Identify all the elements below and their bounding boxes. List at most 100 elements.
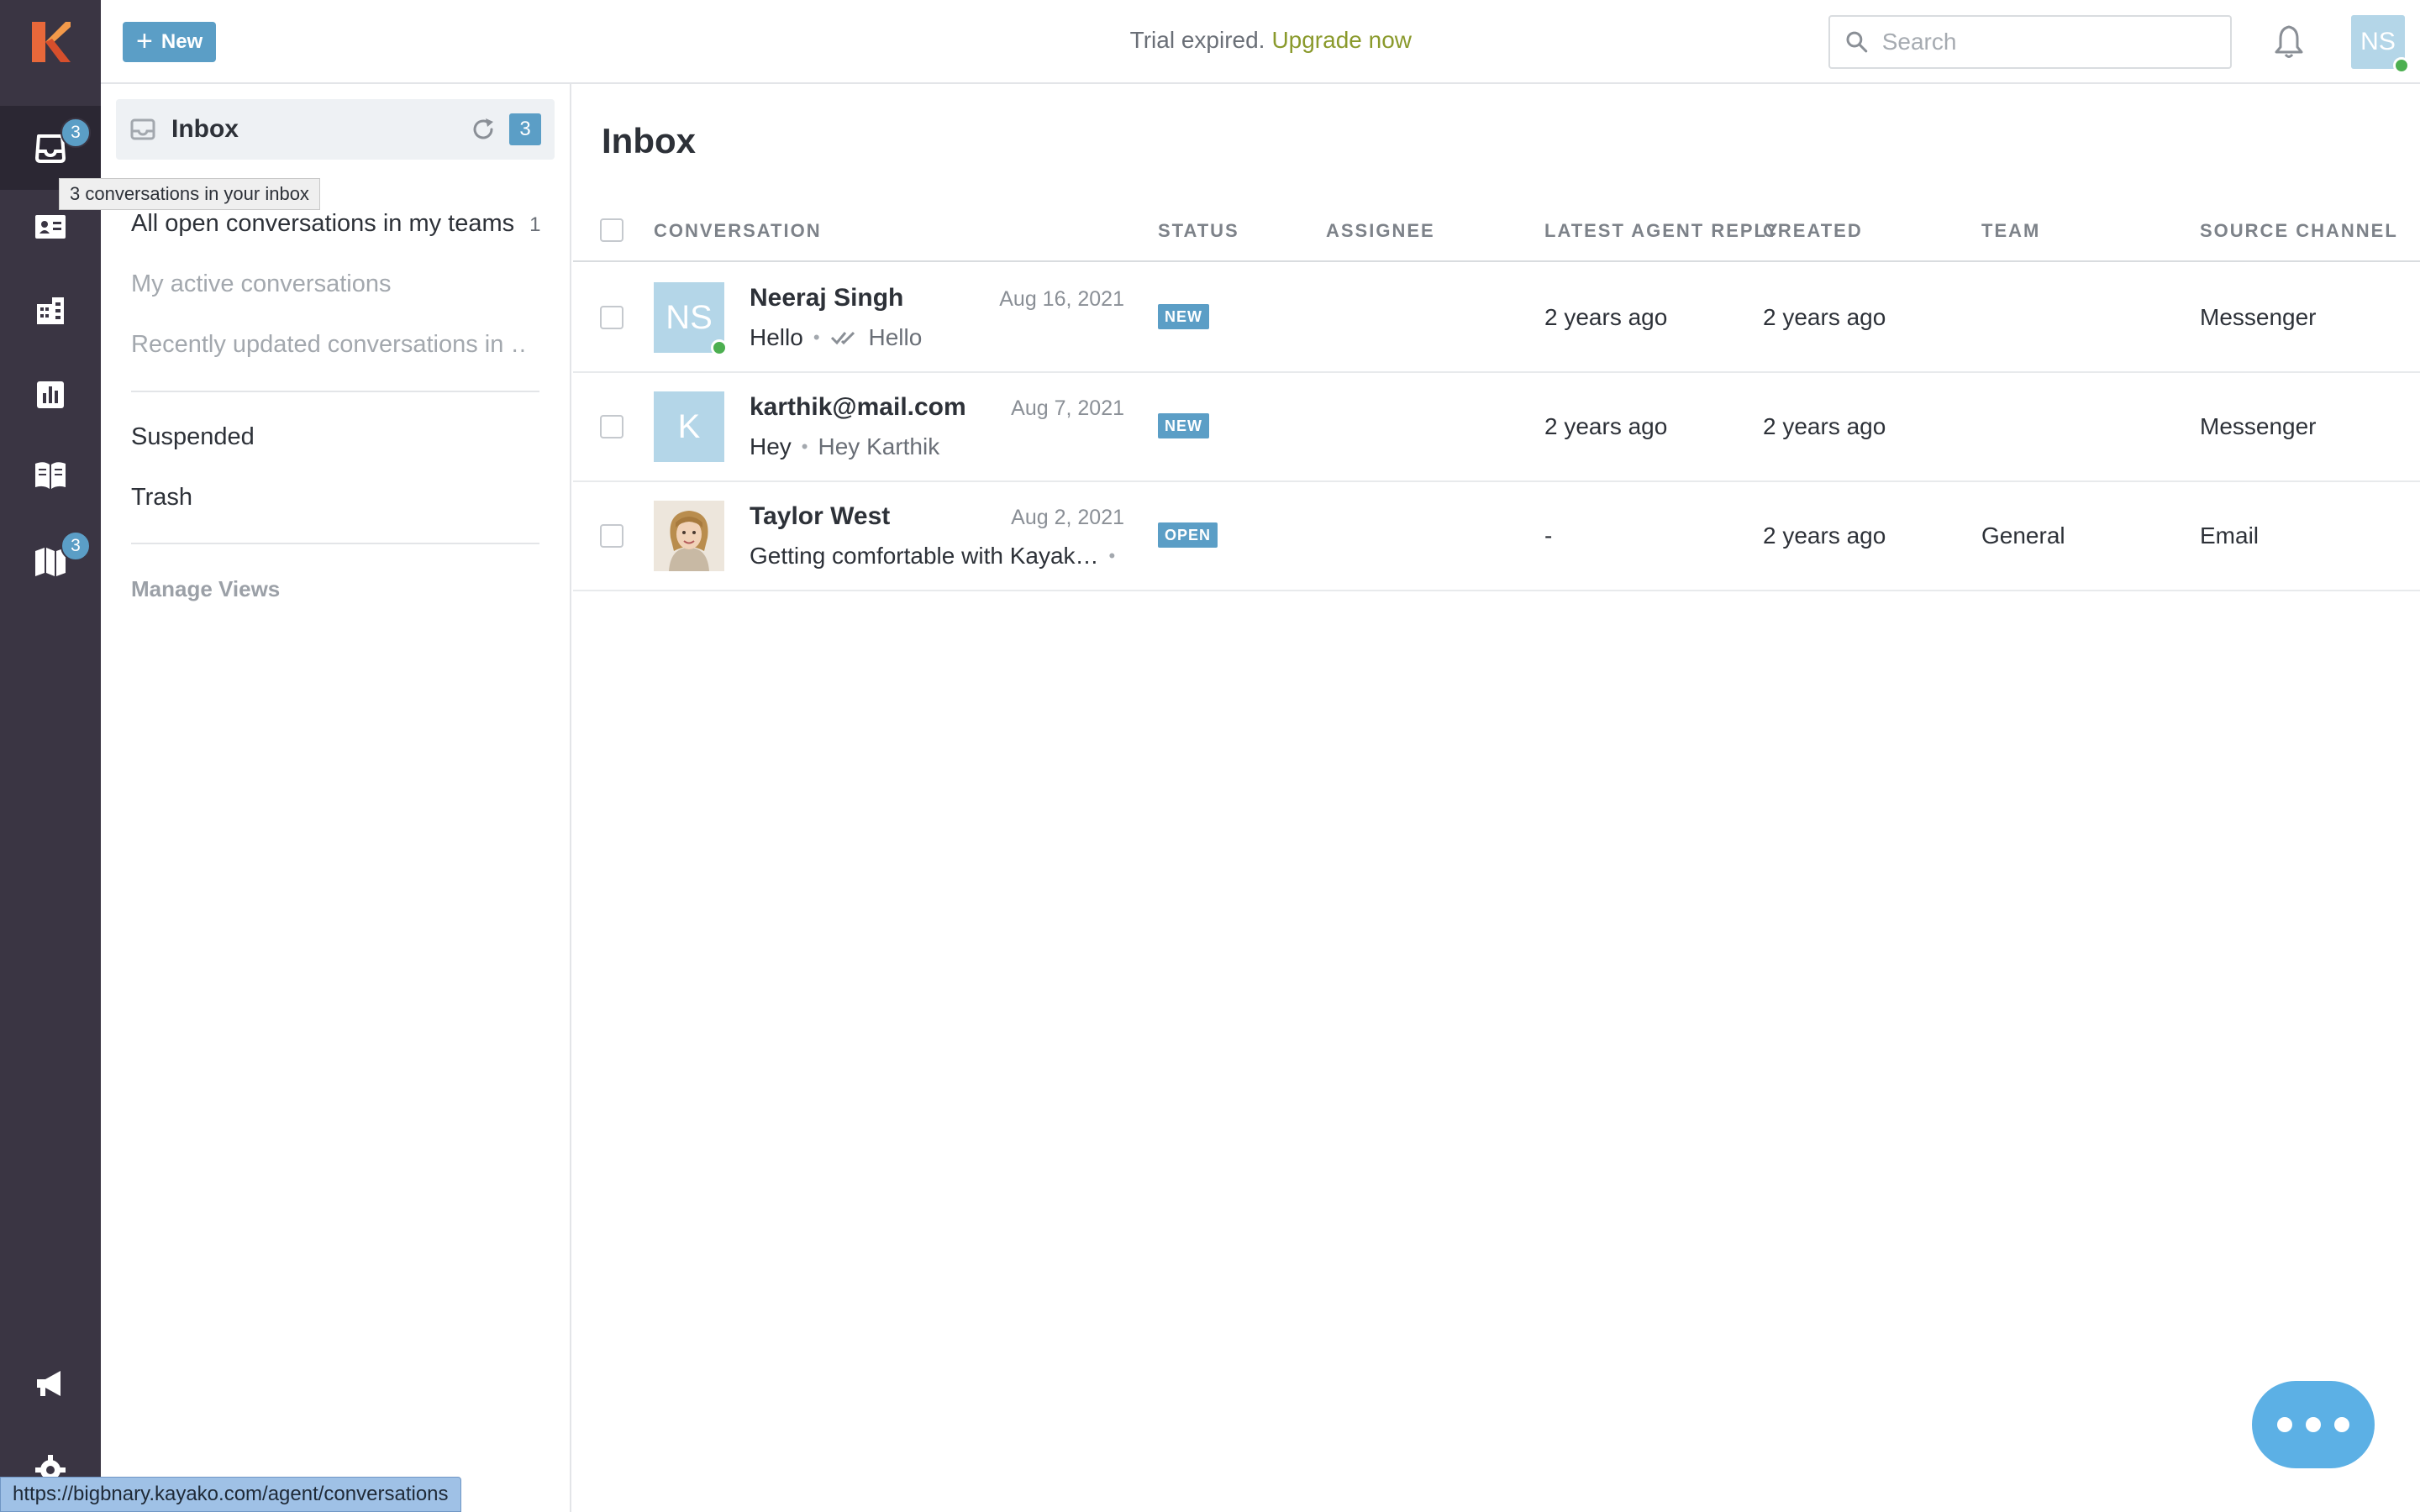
plus-icon: + [136,24,153,57]
avatar: NS [654,282,728,356]
requester-name[interactable]: karthik@mail.com [750,393,966,422]
ellipsis-dot [2277,1417,2292,1432]
column-status[interactable]: STATUS [1158,220,1239,242]
latest-reply-cell: - [1544,522,1553,549]
row-checkbox[interactable] [600,524,623,548]
created-cell: 2 years ago [1763,413,1886,439]
ellipsis-dot [2306,1417,2321,1432]
upgrade-link[interactable]: Upgrade now [1271,27,1412,54]
rail-product-updates[interactable]: 3 [0,519,101,603]
trial-expired-text: Trial expired. [1129,27,1265,53]
views-sidebar: Inbox 3 [101,84,571,1512]
column-assignee[interactable]: ASSIGNEE [1326,220,1435,242]
column-conversation[interactable]: CONVERSATION [654,220,822,242]
row-checkbox[interactable] [600,306,623,329]
megaphone-icon [37,1371,60,1396]
table-row[interactable]: Taylor West Aug 2, 2021 Getting comforta… [573,482,2420,591]
separator-dot: • [813,327,820,348]
team-cell: General [1981,522,2065,549]
rail-announcements[interactable] [0,1342,101,1426]
notifications-bell-icon[interactable] [2270,24,2307,60]
view-inbox[interactable]: Inbox 3 [116,99,555,160]
manage-views-link[interactable]: Manage Views [131,576,280,602]
double-check-icon [830,331,855,345]
separator-dot: • [801,436,808,457]
created-cell: 2 years ago [1763,522,1886,549]
contact-card-icon [35,215,66,239]
inbox-badge: 3 [60,118,91,148]
view-label: Recently updated conversations in … [131,331,526,358]
search-box[interactable] [1828,15,2232,69]
source-channel-cell: Email [2200,522,2260,549]
requester-name[interactable]: Neeraj Singh [750,284,903,312]
view-trash[interactable]: Trash [131,484,192,512]
select-all-checkbox[interactable] [600,218,623,242]
new-button[interactable]: + New [123,22,217,62]
conversation-date: Aug 2, 2021 [1011,506,1124,529]
new-button-label: New [160,30,203,53]
user-avatar-initials: NS [2360,28,2396,55]
requester-name[interactable]: Taylor West [750,502,890,531]
messenger-launcher-button[interactable] [2252,1381,2375,1468]
views-divider [131,543,539,544]
trial-notice: Trial expired. Upgrade now [1130,27,1412,54]
avatar-photo [654,501,724,571]
view-label: Trash [131,484,193,511]
building-icon [37,297,64,324]
column-latest-agent-reply[interactable]: LATEST AGENT REPLY [1544,220,1780,242]
conversation-list: Inbox CONVERSATION STATUS ASSIGNEE LATES… [573,84,2420,1512]
refresh-icon[interactable] [469,115,497,144]
inbox-count-badge: 3 [509,113,541,145]
agent-reply-preview: Hello [868,324,923,350]
row-checkbox[interactable] [600,415,623,438]
conversation-date: Aug 16, 2021 [999,287,1124,311]
online-status-dot [711,339,728,356]
inbox-view-icon [130,118,155,140]
ellipsis-dot [2334,1417,2349,1432]
latest-reply-cell: 2 years ago [1544,304,1668,330]
column-created[interactable]: CREATED [1763,220,1863,242]
view-suspended[interactable]: Suspended [131,423,255,451]
view-count: 1 [529,213,541,236]
agent-reply-preview: Hey Karthik [818,433,940,459]
view-all-open-team[interactable]: All open conversations in my teams 1 [131,210,541,238]
table-row[interactable]: NS Neeraj Singh Aug 16, 2021 Hello • Hel… [573,264,2420,373]
rail-organizations[interactable] [0,269,101,353]
preview-text: Hello [750,324,803,350]
message-preview: Hello • Hello [750,324,922,351]
column-source-channel[interactable]: SOURCE CHANNEL [2200,220,2398,242]
rail-help-center[interactable] [0,433,101,517]
preview-text: Hey [750,433,792,459]
status-badge: NEW [1158,413,1209,438]
online-status-dot [2393,57,2410,74]
rail-inbox[interactable]: 3 [0,106,101,190]
browser-status-url: https://bigbnary.kayako.com/agent/conver… [0,1477,461,1512]
view-inbox-label: Inbox [171,115,239,143]
bar-chart-icon [37,381,64,408]
page-title: Inbox [602,121,696,160]
view-my-active[interactable]: My active conversations [131,270,391,298]
avatar: K [654,391,724,462]
open-book-icon [35,462,66,489]
source-channel-cell: Messenger [2200,304,2317,330]
view-label: My active conversations [131,270,392,297]
view-label: All open conversations in my teams [131,210,515,237]
column-team[interactable]: TEAM [1981,220,2040,242]
search-input[interactable] [1881,29,2215,55]
product-updates-badge: 3 [60,531,91,561]
table-row[interactable]: K karthik@mail.com Aug 7, 2021 Hey • Hey… [573,373,2420,482]
inbox-tooltip: 3 conversations in your inbox [59,178,320,210]
message-preview: Hey • Hey Karthik [750,433,939,460]
latest-reply-cell: 2 years ago [1544,413,1668,439]
user-avatar[interactable]: NS [2351,15,2410,74]
kayako-logo[interactable] [29,20,72,64]
avatar-initials: NS [666,298,713,336]
conversation-date: Aug 7, 2021 [1011,396,1124,420]
search-icon [1846,31,1868,53]
rail-insights[interactable] [0,353,101,437]
preview-text: Getting comfortable with Kayak… [750,543,1099,569]
views-divider [131,391,539,392]
view-recently-updated[interactable]: Recently updated conversations in … [131,331,526,359]
message-preview: Getting comfortable with Kayak… • [750,543,1115,570]
separator-dot: • [1108,545,1116,566]
